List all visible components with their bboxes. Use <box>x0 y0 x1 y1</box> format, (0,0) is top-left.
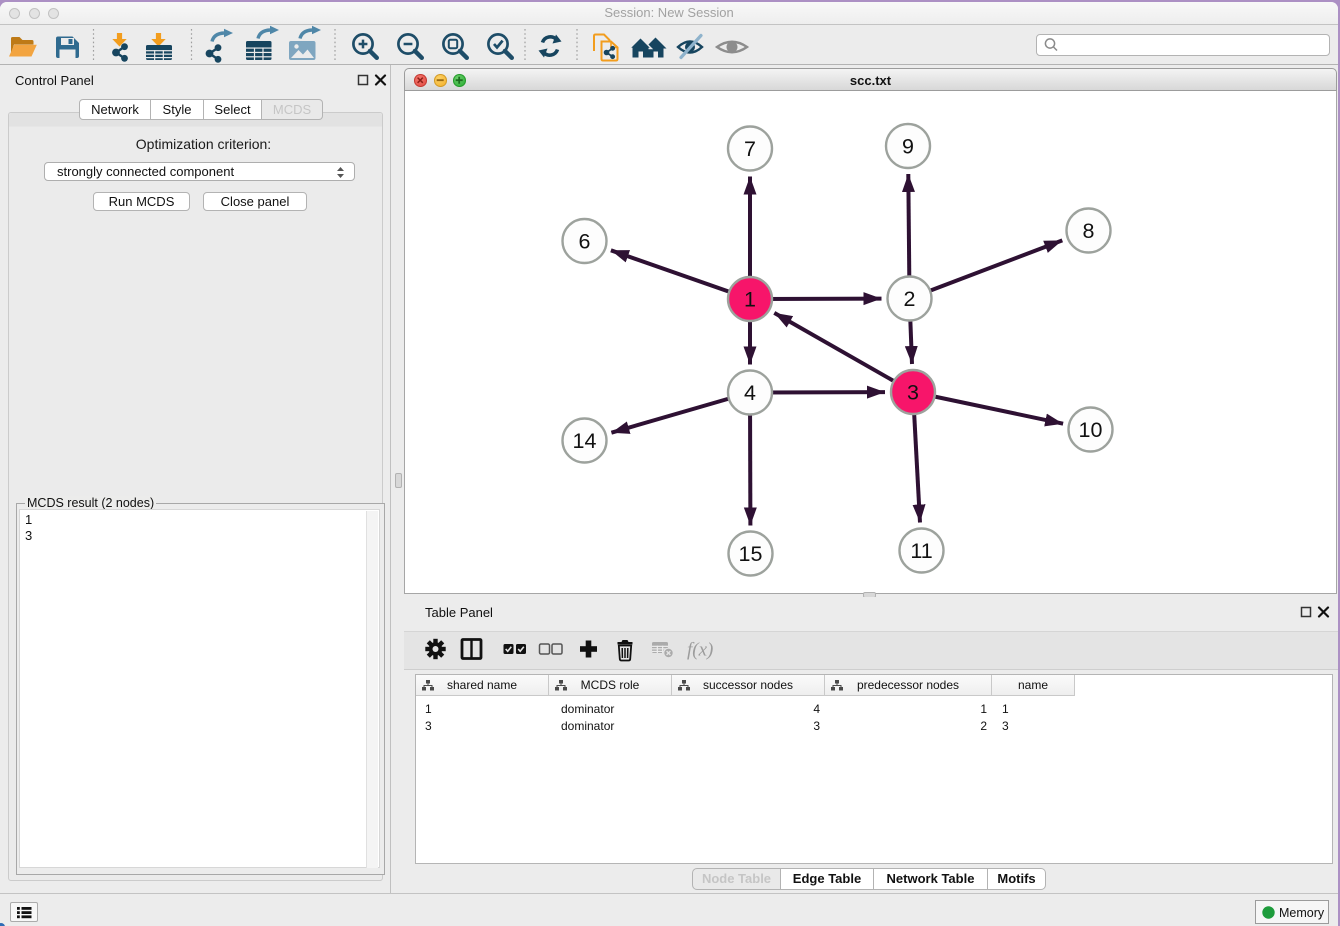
svg-text:f(x): f(x) <box>687 640 713 661</box>
